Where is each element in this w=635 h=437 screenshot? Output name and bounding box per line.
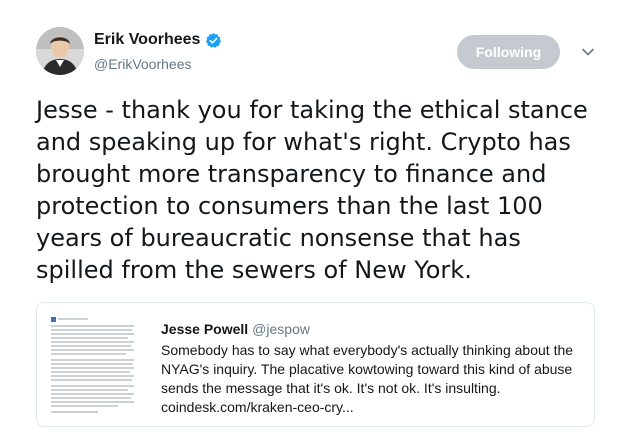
quoted-tweet-text: Somebody has to say what everybody's act… <box>161 342 574 396</box>
chevron-down-icon[interactable] <box>580 44 596 60</box>
avatar[interactable] <box>36 27 84 75</box>
following-button[interactable]: Following <box>457 35 560 69</box>
quoted-tweet-card[interactable]: Jesse Powell @jespow Somebody has to say … <box>36 302 595 427</box>
verified-badge-icon <box>206 32 222 48</box>
quoted-author-handle: @jespow <box>252 321 310 337</box>
quoted-tweet-link[interactable]: coindesk.com/kraken-ceo-cry... <box>161 399 354 415</box>
quoted-tweet-header: Jesse Powell @jespow <box>161 321 310 337</box>
quoted-document-thumbnail <box>48 313 138 418</box>
author-display-name[interactable]: Erik Voorhees <box>94 31 200 49</box>
author-handle[interactable]: @ErikVoorhees <box>94 56 191 72</box>
quoted-tweet-body: Somebody has to say what everybody's act… <box>161 341 586 417</box>
tweet-text: Jesse - thank you for taking the ethical… <box>36 96 588 284</box>
quoted-author-name: Jesse Powell <box>161 321 249 337</box>
author-name-row: Erik Voorhees <box>94 31 222 49</box>
